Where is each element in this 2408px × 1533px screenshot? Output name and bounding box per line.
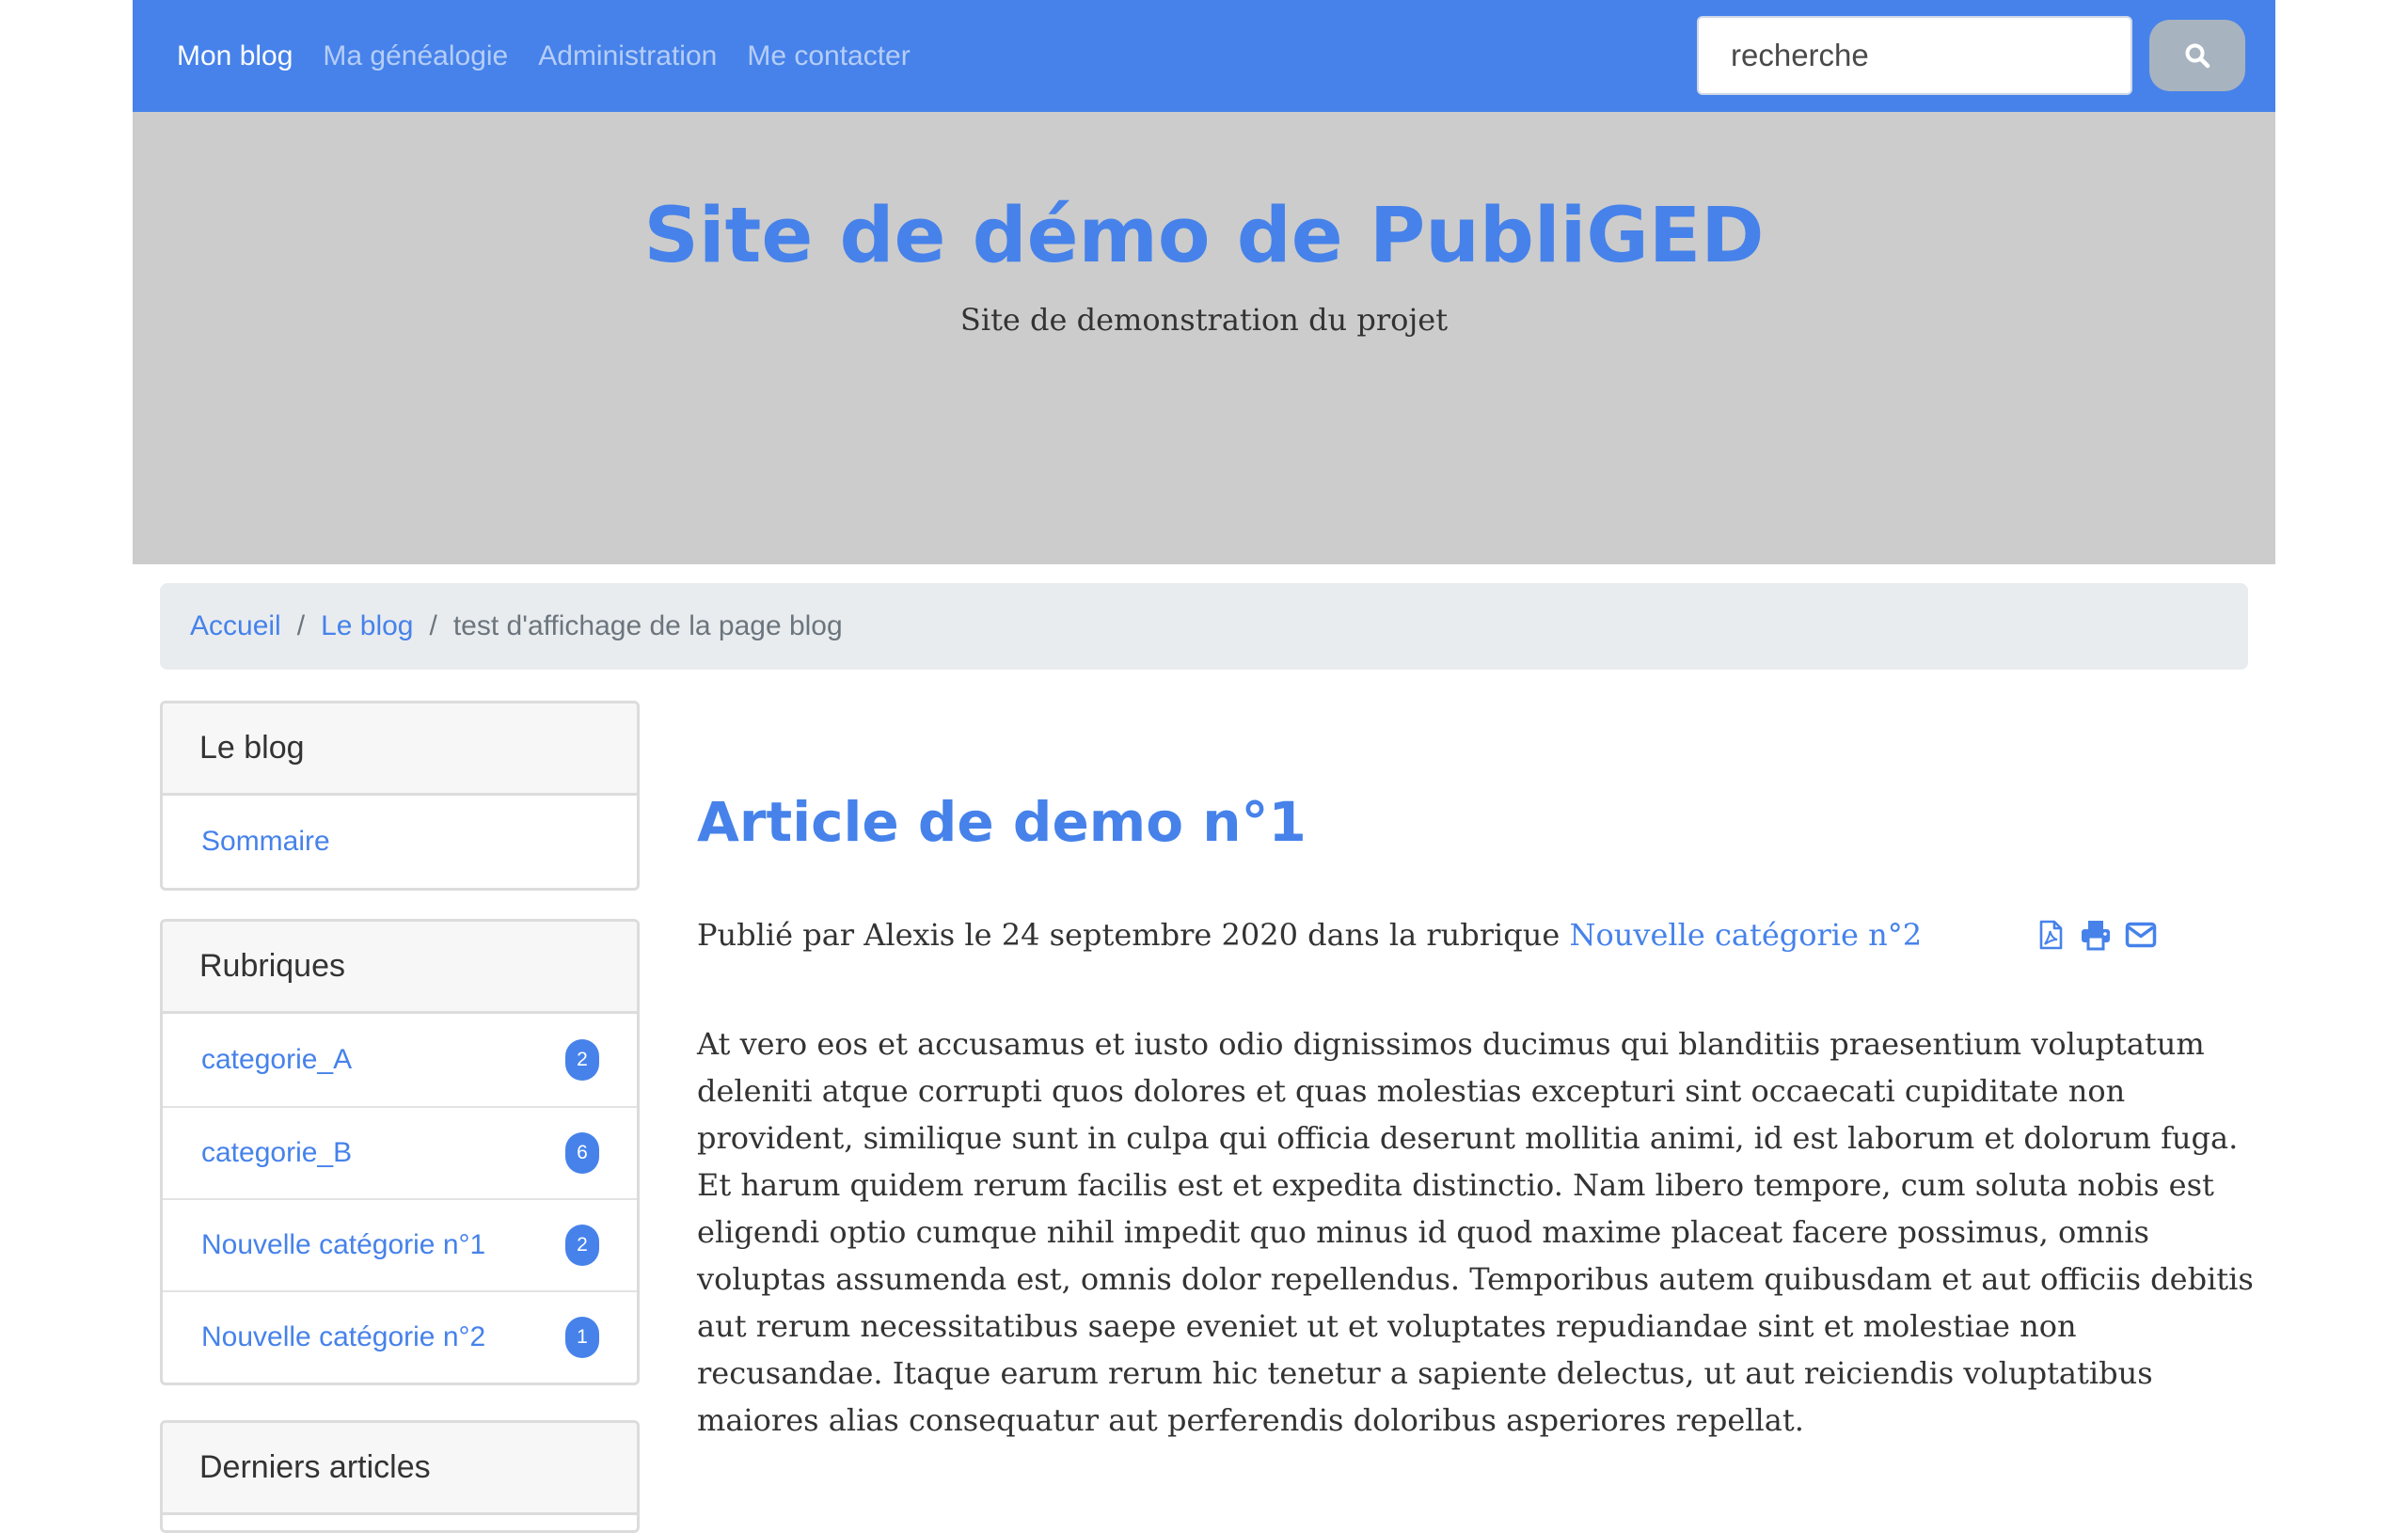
nav-link-contact[interactable]: Me contacter (747, 40, 910, 72)
article-meta: Publié par Alexis le 24 septembre 2020 d… (697, 917, 1922, 953)
category-label: categorie_A (201, 1044, 353, 1075)
article-actions (2035, 919, 2157, 951)
nav-link-blog[interactable]: Mon blog (177, 40, 293, 72)
breadcrumb-home-link[interactable]: Accueil (190, 610, 281, 642)
category-count-badge: 6 (565, 1132, 599, 1174)
search-icon (2185, 43, 2210, 69)
breadcrumb-current: test d'affichage de la page blog (452, 610, 843, 641)
print-icon[interactable] (2080, 919, 2112, 951)
article-body: At vero eos et accusamus et iusto odio d… (697, 1026, 2254, 1438)
blog-card: Le blog Sommaire (160, 701, 640, 891)
categories-card-header: Rubriques (163, 922, 637, 1014)
categories-card: Rubriques categorie_A 2 categorie_B 6 No… (160, 919, 640, 1385)
hero-banner: Site de démo de PubliGED Site de demonst… (133, 112, 2275, 564)
site-title: Site de démo de PubliGED (643, 192, 1765, 280)
nav-link-genealogy[interactable]: Ma généalogie (323, 40, 508, 72)
category-item-categorie-a[interactable]: categorie_A 2 (163, 1014, 637, 1106)
page-container: Mon blog Ma généalogie Administration Me… (133, 0, 2275, 1533)
blog-card-header: Le blog (163, 703, 637, 796)
sidebar-item-sommaire[interactable]: Sommaire (163, 796, 637, 888)
nav-links: Mon blog Ma généalogie Administration Me… (177, 0, 911, 112)
nav-link-administration[interactable]: Administration (538, 40, 717, 72)
category-label: categorie_B (201, 1137, 353, 1168)
categories-list: categorie_A 2 categorie_B 6 Nouvelle cat… (163, 1014, 637, 1383)
latest-articles-card: Derniers articles (160, 1420, 640, 1533)
article-meta-text: Publié par Alexis le 24 septembre 2020 d… (697, 917, 1570, 953)
category-count-badge: 2 (565, 1039, 599, 1081)
category-item-nouvelle-2[interactable]: Nouvelle catégorie n°2 1 (163, 1290, 637, 1383)
category-count-badge: 1 (565, 1317, 599, 1358)
breadcrumb-blog-link[interactable]: Le blog (321, 610, 413, 642)
category-label: Nouvelle catégorie n°1 (201, 1229, 486, 1260)
article-title: Article de demo n°1 (697, 790, 1307, 854)
category-item-categorie-b[interactable]: categorie_B 6 (163, 1106, 637, 1198)
top-navbar: Mon blog Ma généalogie Administration Me… (133, 0, 2275, 112)
search-input[interactable] (1697, 16, 2132, 95)
article-category-link[interactable]: Nouvelle catégorie n°2 (1569, 917, 1922, 953)
breadcrumb-separator: / (429, 610, 437, 641)
envelope-icon[interactable] (2125, 919, 2157, 951)
breadcrumb: Accueil / Le blog / test d'affichage de … (160, 583, 2248, 670)
category-count-badge: 2 (565, 1225, 599, 1266)
category-label: Nouvelle catégorie n°2 (201, 1321, 486, 1352)
latest-articles-header: Derniers articles (163, 1423, 637, 1515)
category-item-nouvelle-1[interactable]: Nouvelle catégorie n°1 2 (163, 1198, 637, 1290)
file-pdf-icon[interactable] (2035, 919, 2067, 951)
search-button[interactable] (2149, 20, 2245, 91)
breadcrumb-separator: / (296, 610, 306, 641)
blog-card-list: Sommaire (163, 796, 637, 888)
site-subtitle: Site de demonstration du projet (959, 302, 1449, 338)
